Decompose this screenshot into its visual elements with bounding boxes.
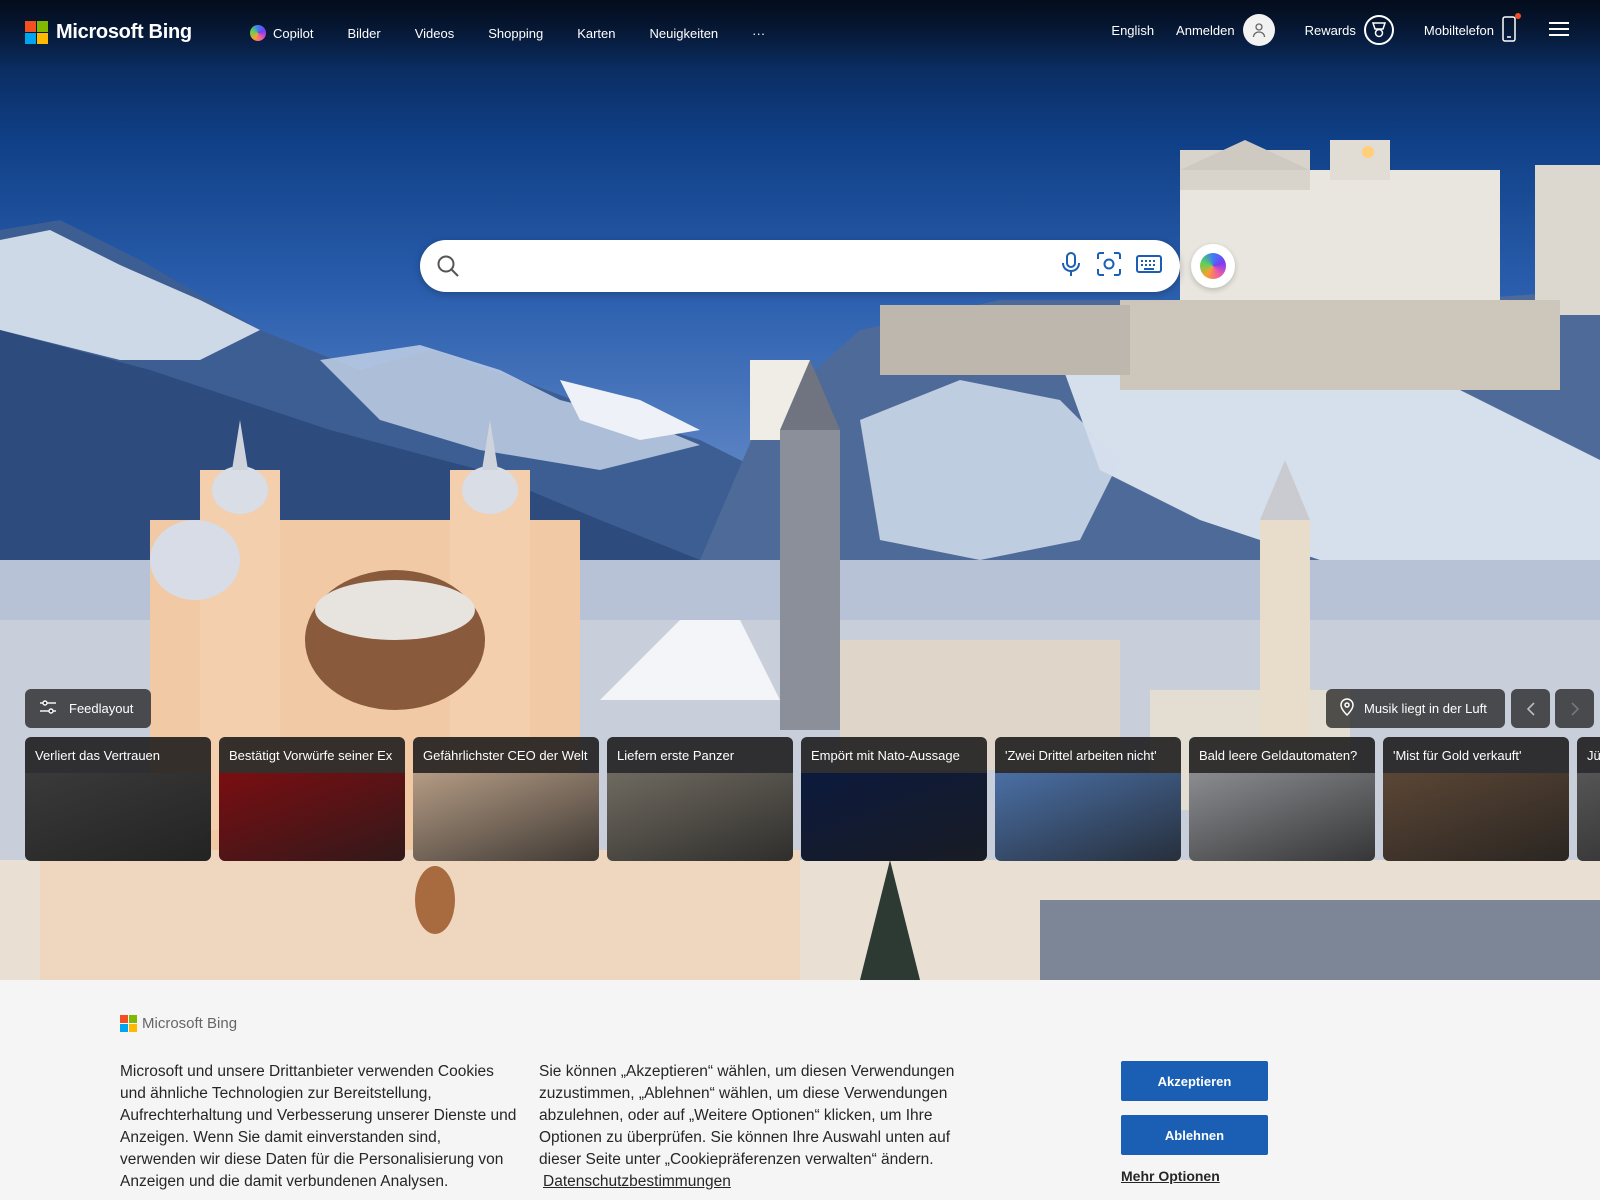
image-info-label: Musik liegt in der Luft [1364,701,1487,716]
location-pin-icon [1340,698,1354,719]
news-card-image [995,773,1181,861]
microphone-icon[interactable] [1060,251,1082,282]
previous-image-button[interactable] [1511,689,1550,728]
news-card-title: Bestätigt Vorwürfe seiner Ex [219,737,405,773]
news-card-image [1577,773,1600,861]
news-carousel: Verliert das Vertrauen Bestätigt Vorwürf… [25,737,1600,861]
visual-search-icon[interactable] [1096,251,1122,282]
nav-label: Neuigkeiten [649,25,719,41]
news-card-title: Jü [1577,737,1600,773]
nav-label: Shopping [488,25,544,41]
logo-text: Microsoft Bing [56,21,192,43]
nav-label: Copilot [273,25,314,41]
main-nav: Copilot Bilder Videos Shopping Karten Ne… [246,25,782,41]
search-icon[interactable] [420,254,476,278]
more-options-link[interactable]: Mehr Optionen [1121,1168,1220,1184]
nav-item-karten[interactable]: Karten [560,25,632,41]
nav-item-neuigkeiten[interactable]: Neuigkeiten [633,25,736,41]
hamburger-menu-icon[interactable] [1548,21,1570,40]
cookie-text-right: Sie können „Akzeptieren“ wählen, um dies… [539,1061,979,1193]
nav-label: Videos [414,25,455,41]
feed-layout-button[interactable]: Feedlayout [25,689,152,728]
news-card-image [219,773,405,861]
news-card-title: Liefern erste Panzer [607,737,793,773]
news-card[interactable]: Jü [1577,737,1600,861]
accept-button[interactable]: Akzeptieren [1121,1061,1268,1101]
bing-logo[interactable]: Microsoft Bing [25,21,192,44]
keyboard-icon[interactable] [1136,254,1162,279]
news-card-image [1383,773,1569,861]
mobile-link[interactable]: Mobiltelefon [1423,12,1521,45]
news-card[interactable]: Bestätigt Vorwürfe seiner Ex [219,737,405,861]
nav-item-shopping[interactable]: Shopping [471,25,560,41]
news-card[interactable]: Gefährlichster CEO der Welt [413,737,599,861]
news-card-image [607,773,793,861]
nav-item-bilder[interactable]: Bilder [330,25,397,41]
nav-item-videos[interactable]: Videos [398,25,472,41]
microsoft-logo-icon [120,1015,137,1032]
news-card-title: Gefährlichster CEO der Welt [413,737,599,773]
privacy-link[interactable]: Datenschutzbestimmungen [543,1173,731,1190]
news-card[interactable]: Empört mit Nato-Aussage [801,737,987,861]
cookie-bing-logo: Microsoft Bing [120,1015,237,1032]
news-card-title: 'Zwei Drittel arbeiten nicht' [995,737,1181,773]
news-card-title: Bald leere Geldautomaten? [1189,737,1375,773]
feed-layout-label: Feedlayout [69,701,134,716]
language-link[interactable]: English [1111,23,1154,38]
phone-icon [1502,12,1521,45]
nav-item-copilot[interactable]: Copilot [246,25,330,41]
copilot-icon [1200,253,1226,279]
cookie-text-right-body: Sie können „Akzeptieren“ wählen, um dies… [539,1063,955,1168]
reject-button[interactable]: Ablehnen [1121,1115,1268,1155]
nav-label: Karten [577,25,616,41]
rewards-label: Rewards [1304,22,1356,38]
cookie-logo-text: Microsoft Bing [142,1015,238,1032]
rewards-button[interactable]: Rewards [1305,15,1394,45]
signin-label: Anmelden [1176,22,1235,38]
sliders-icon [39,699,57,718]
top-navigation-bar: Microsoft Bing Copilot Bilder Videos Sho… [0,0,1600,68]
notification-dot [1515,12,1521,19]
news-card-title: 'Mist für Gold verkauft' [1383,737,1569,773]
copilot-button[interactable] [1191,244,1235,288]
cookie-text-left: Microsoft und unsere Drittanbieter verwe… [120,1063,517,1190]
news-card-image [25,773,211,861]
search-tools [1060,251,1180,282]
mobile-label: Mobiltelefon [1423,22,1494,38]
search-box [420,240,1180,292]
image-info-button[interactable]: Musik liegt in der Luft [1326,689,1505,728]
chevron-right-icon [1570,701,1579,716]
nav-label: Bilder [347,25,381,41]
news-card-image [801,773,987,861]
search-input[interactable] [476,240,1060,292]
signin-button[interactable]: Anmelden [1176,14,1275,46]
news-card[interactable]: 'Zwei Drittel arbeiten nicht' [995,737,1181,861]
news-card-title: Verliert das Vertrauen [25,737,211,773]
next-image-button[interactable] [1555,689,1594,728]
microsoft-logo-icon [25,21,48,44]
news-card-image [1189,773,1375,861]
news-card-title: Empört mit Nato-Aussage [801,737,987,773]
copilot-icon [250,25,266,41]
nav-label: ··· [752,25,766,41]
language-label: English [1111,22,1155,38]
news-card-image [413,773,599,861]
news-card[interactable]: Bald leere Geldautomaten? [1189,737,1375,861]
more-icon[interactable]: ··· [735,25,782,41]
rewards-icon [1363,15,1394,45]
header-right: English Anmelden Rewards Mobiltelefon [1111,12,1600,46]
avatar-icon [1242,14,1275,46]
news-card[interactable]: Liefern erste Panzer [607,737,793,861]
news-card[interactable]: Verliert das Vertrauen [25,737,211,861]
chevron-left-icon [1526,701,1535,716]
news-card[interactable]: 'Mist für Gold verkauft' [1383,737,1569,861]
